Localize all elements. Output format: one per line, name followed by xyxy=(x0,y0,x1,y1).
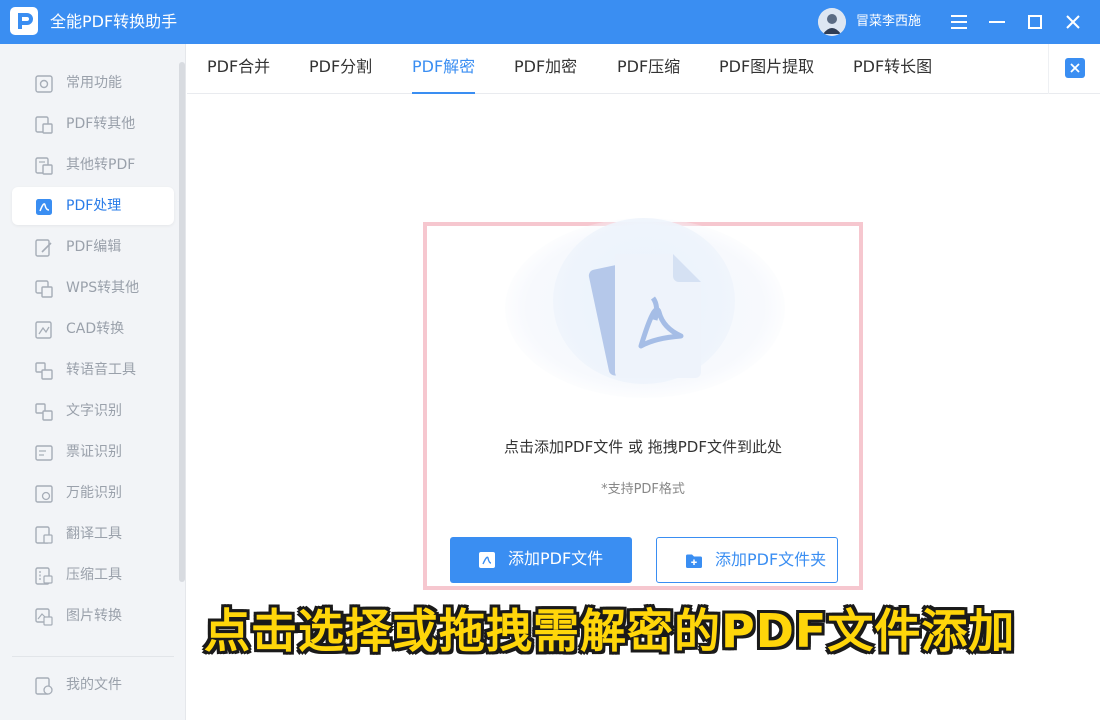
add-folder-icon xyxy=(686,554,702,568)
tab-pdf-image-extract[interactable]: PDF图片提取 xyxy=(719,44,814,94)
user-name[interactable]: 冒菜李西施 xyxy=(856,0,921,44)
sidebar-item-ocr[interactable]: 文字识别 xyxy=(12,392,174,430)
my-files-icon xyxy=(35,677,53,695)
pdf-document-icon xyxy=(588,254,701,378)
other-to-pdf-icon xyxy=(35,157,53,175)
sidebar-item-label: 图片转换 xyxy=(66,608,122,624)
tab-pdf-compress[interactable]: PDF压缩 xyxy=(617,44,680,94)
sidebar-item-label: 文字识别 xyxy=(66,403,122,419)
tab-bar: PDF合并 PDF分割 PDF解密 PDF加密 PDF压缩 PDF图片提取 PD… xyxy=(187,44,1100,94)
sidebar-item-label: 其他转PDF xyxy=(66,157,136,173)
app-logo-icon xyxy=(10,7,38,35)
sidebar-item-label: CAD转换 xyxy=(66,321,125,337)
app-title: 全能PDF转换助手 xyxy=(50,12,178,31)
tab-pdf-to-long-image[interactable]: PDF转长图 xyxy=(853,44,932,94)
sidebar-item-text-to-speech[interactable]: 转语音工具 xyxy=(12,351,174,389)
file-drop-zone[interactable]: 点击添加PDF文件 或 拖拽PDF文件到此处 *支持PDF格式 添加PDF文件 … xyxy=(423,218,863,590)
pdf-edit-icon xyxy=(35,239,52,257)
ticket-recognition-icon xyxy=(35,445,53,461)
sidebar: 常用功能 PDF转其他 其他转PDF PDF处理 PDF编辑 WPS转其他 CA… xyxy=(0,44,186,720)
ocr-icon xyxy=(35,403,53,421)
sidebar-item-ticket-recognition[interactable]: 票证识别 xyxy=(12,433,174,471)
sidebar-item-label: PDF编辑 xyxy=(66,239,122,255)
sidebar-item-image-convert[interactable]: 图片转换 xyxy=(12,597,174,635)
tab-pdf-encrypt[interactable]: PDF加密 xyxy=(514,44,577,94)
sidebar-item-label: 转语音工具 xyxy=(66,362,136,378)
sidebar-item-label: 压缩工具 xyxy=(66,567,122,583)
image-convert-icon xyxy=(35,608,53,626)
drop-hint-text: 点击添加PDF文件 或 拖拽PDF文件到此处 xyxy=(504,438,782,456)
close-icon[interactable] xyxy=(1059,8,1087,36)
sidebar-item-label: 常用功能 xyxy=(66,75,122,91)
sidebar-item-label: 票证识别 xyxy=(66,444,122,460)
title-bar: 全能PDF转换助手 冒菜李西施 xyxy=(0,0,1100,44)
sidebar-divider xyxy=(12,656,174,657)
sidebar-item-label: PDF处理 xyxy=(66,198,122,214)
tab-pdf-split[interactable]: PDF分割 xyxy=(309,44,372,94)
sidebar-item-label: PDF转其他 xyxy=(66,116,136,132)
maximize-icon[interactable] xyxy=(1021,8,1049,36)
sidebar-item-translate[interactable]: 翻译工具 xyxy=(12,515,174,553)
tab-close-zone xyxy=(1048,44,1100,94)
tab-pdf-decrypt[interactable]: PDF解密 xyxy=(412,44,476,94)
tab-pdf-merge[interactable]: PDF合并 xyxy=(207,44,270,94)
sidebar-item-label: 我的文件 xyxy=(66,677,122,693)
sidebar-item-cad-convert[interactable]: CAD转换 xyxy=(12,310,174,348)
close-panel-icon[interactable] xyxy=(1065,58,1085,78)
sidebar-item-compress[interactable]: 压缩工具 xyxy=(12,556,174,594)
add-pdf-folder-button[interactable]: 添加PDF文件夹 xyxy=(656,537,838,583)
menu-icon[interactable] xyxy=(945,8,973,36)
tutorial-caption: 点击选择或拖拽需解密的PDF文件添加 xyxy=(204,604,1016,658)
sidebar-scrollbar[interactable] xyxy=(179,62,185,582)
sidebar-item-common-functions[interactable]: 常用功能 xyxy=(12,64,174,102)
avatar[interactable] xyxy=(818,8,846,36)
sidebar-item-label: 万能识别 xyxy=(66,485,122,501)
sidebar-item-universal-recognition[interactable]: 万能识别 xyxy=(12,474,174,512)
compress-icon xyxy=(35,567,53,585)
add-pdf-file-label: 添加PDF文件 xyxy=(508,549,604,568)
common-functions-icon xyxy=(35,75,53,93)
sidebar-item-pdf-to-other[interactable]: PDF转其他 xyxy=(12,105,174,143)
add-file-icon xyxy=(479,552,495,568)
sidebar-item-my-files[interactable]: 我的文件 xyxy=(12,666,174,704)
minimize-icon[interactable] xyxy=(983,8,1011,36)
sidebar-item-wps-convert[interactable]: WPS转其他 xyxy=(12,269,174,307)
format-note: *支持PDF格式 xyxy=(601,482,685,497)
sidebar-item-label: 翻译工具 xyxy=(66,526,122,542)
add-pdf-folder-label: 添加PDF文件夹 xyxy=(715,550,827,569)
sidebar-item-pdf-edit[interactable]: PDF编辑 xyxy=(12,228,174,266)
sidebar-item-other-to-pdf[interactable]: 其他转PDF xyxy=(12,146,174,184)
text-to-speech-icon xyxy=(35,362,53,380)
sidebar-item-pdf-process[interactable]: PDF处理 xyxy=(12,187,174,225)
universal-recognition-icon xyxy=(35,485,53,503)
pdf-process-icon xyxy=(36,199,52,215)
add-pdf-file-button[interactable]: 添加PDF文件 xyxy=(450,537,632,583)
cad-convert-icon xyxy=(35,321,52,339)
pdf-to-other-icon xyxy=(35,116,53,134)
translate-icon xyxy=(35,526,53,544)
sidebar-item-label: WPS转其他 xyxy=(66,280,140,296)
wps-convert-icon xyxy=(35,280,53,298)
